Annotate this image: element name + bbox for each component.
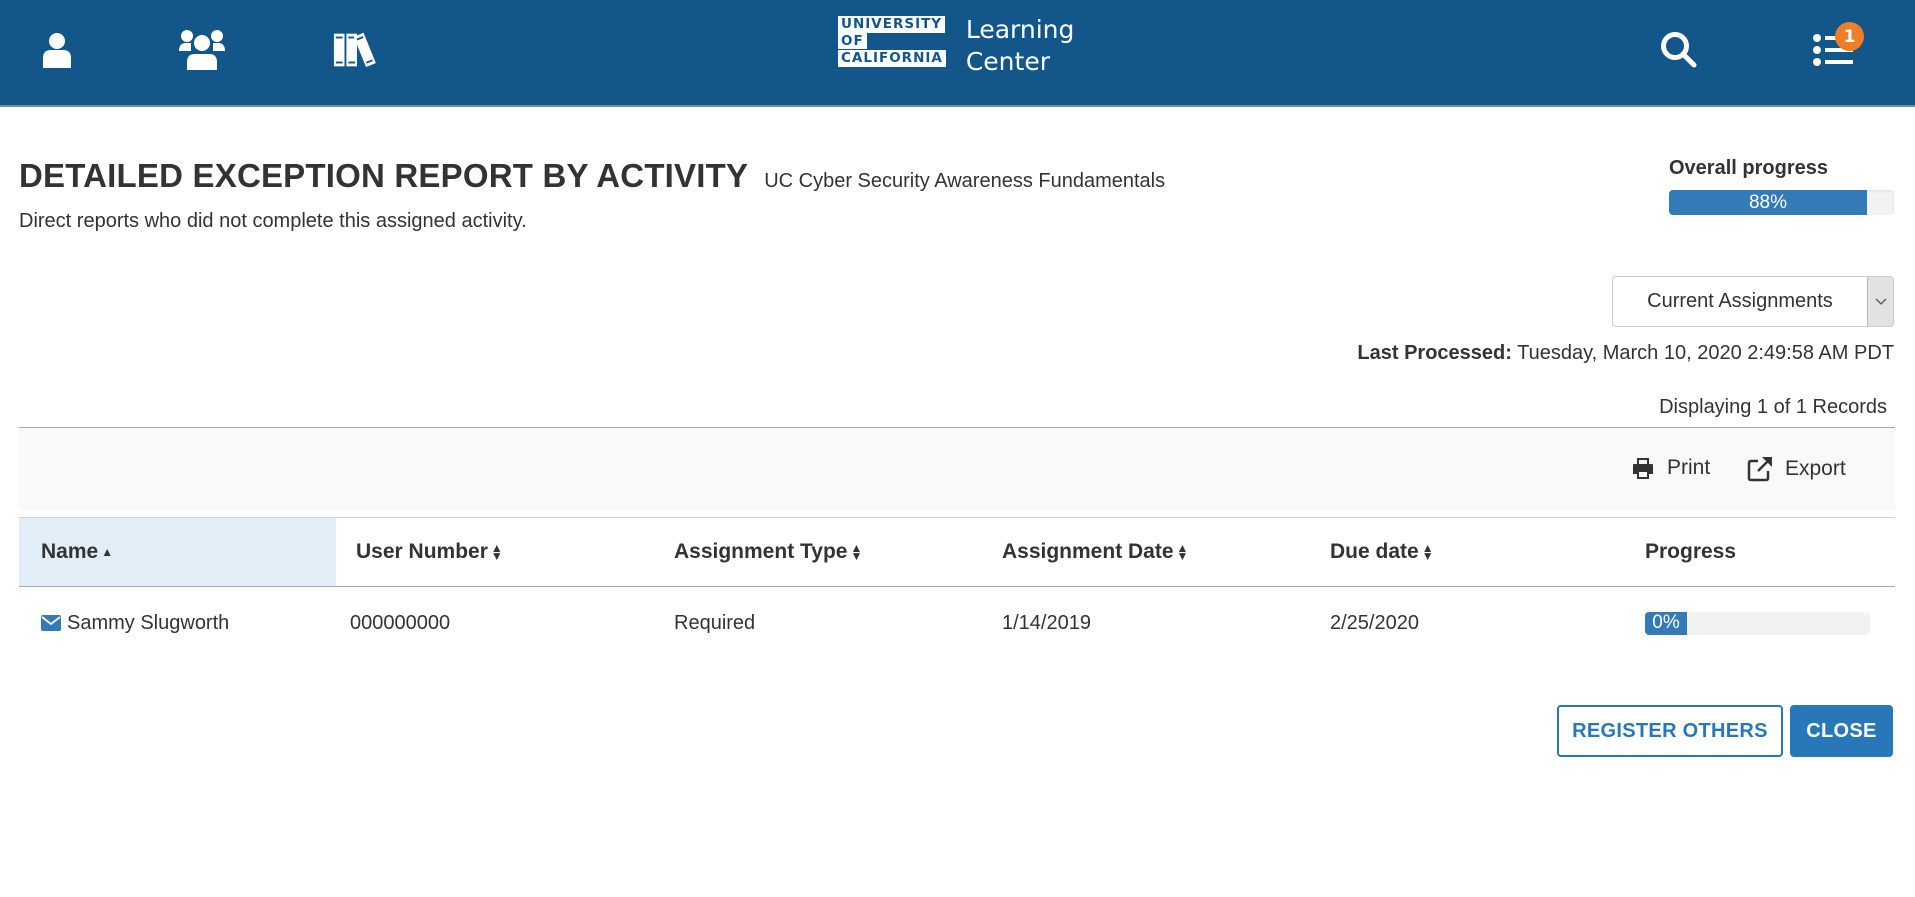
last-processed-label: Last Processed: [1357,342,1512,364]
column-header-user-number[interactable]: User Number ▲ ▼ [336,518,654,586]
email-icon[interactable] [41,615,61,631]
external-link-icon [1747,457,1772,482]
overall-progress-bar: 88% [1669,190,1894,215]
tasks-button[interactable]: 1 [1808,22,1864,72]
column-header-due-date[interactable]: Due date ▲ ▼ [1310,518,1625,586]
column-label: Name [41,540,99,563]
export-button[interactable]: Export [1747,456,1846,482]
cell-due-date: 2/25/2020 [1330,611,1419,634]
table-header-row: Name ▲ User Number ▲ ▼ Assignment Type ▲ ▼… [19,517,1895,587]
print-label: Print [1667,456,1711,479]
logo-university: UNIVERSITY [838,16,946,33]
notification-badge: 1 [1835,22,1864,51]
chevron-down-icon[interactable] [1867,277,1893,326]
sort-icon: ▲ ▼ [850,541,863,563]
last-processed: Last Processed: Tuesday, March 10, 2020 … [1357,342,1894,365]
row-progress-bar: 0% [1645,611,1870,635]
cell-progress: 0% [1625,611,1895,635]
team-icon [179,30,225,71]
cell-assignment-type: Required [674,611,756,634]
exception-report-table: Name ▲ User Number ▲ ▼ Assignment Type ▲ ▼… [19,517,1895,659]
user-icon [43,33,71,68]
register-others-button[interactable]: REGISTER OTHERS [1557,705,1783,757]
top-navigation-bar: UNIVERSITY OF CALIFORNIA Learning Center… [0,0,1915,107]
library-icon [333,32,376,68]
print-button[interactable]: Print [1631,456,1710,480]
column-label: Assignment Date [1002,540,1174,563]
column-label: User Number [356,540,488,563]
page-title: DETAILED EXCEPTION REPORT BY ACTIVITY [19,157,749,194]
column-header-name[interactable]: Name ▲ [19,518,336,586]
nav-library-button[interactable] [332,28,382,72]
activity-name: UC Cyber Security Awareness Fundamentals [764,170,1166,192]
cell-name: Sammy Slugworth [19,612,336,635]
uc-wordmark: UNIVERSITY OF CALIFORNIA [838,16,946,67]
search-button[interactable] [1654,28,1704,72]
overall-progress-fill: 88% [1669,190,1867,215]
logo-california: CALIFORNIA [838,50,946,67]
report-title-row: DETAILED EXCEPTION REPORT BY ACTIVITY UC… [19,157,1165,195]
export-label: Export [1785,457,1846,480]
cell-assignment-date: 1/14/2019 [1002,611,1091,634]
records-count: Displaying 1 of 1 Records [1659,396,1887,418]
app-name-line2: Center [965,47,1050,76]
print-icon [1633,458,1653,479]
column-header-progress: Progress [1625,518,1895,586]
column-header-assignment-date[interactable]: Assignment Date ▲ ▼ [982,518,1310,586]
assignment-filter-select[interactable]: Current Assignments [1612,276,1894,327]
column-label: Assignment Type [674,540,848,563]
overall-progress-label: Overall progress [1669,157,1828,179]
search-icon [1661,32,1697,68]
sort-icon: ▲ ▼ [1176,541,1189,563]
overall-progress: Overall progress 88% [1669,157,1894,215]
table-row: Sammy Slugworth 000000000 Required 1/14/… [19,587,1895,659]
assignment-filter-value: Current Assignments [1647,290,1833,312]
row-progress-fill: 0% [1645,611,1687,635]
nav-team-button[interactable] [177,28,227,72]
app-name: Learning Center [966,14,1075,78]
last-processed-value: Tuesday, March 10, 2020 2:49:58 AM PDT [1517,342,1894,364]
column-header-assignment-type[interactable]: Assignment Type ▲ ▼ [654,518,982,586]
logo-of: OF [838,33,867,50]
sort-ascending-icon: ▲ [101,545,114,559]
user-name[interactable]: Sammy Slugworth [67,612,229,635]
report-toolbar: Print Export [19,427,1895,510]
uc-learning-center-logo[interactable]: UNIVERSITY OF CALIFORNIA Learning Center [838,14,1075,78]
nav-me-button[interactable] [32,28,82,72]
sort-icon: ▲ ▼ [490,541,503,563]
app-name-line1: Learning [965,15,1075,44]
column-label: Due date [1330,540,1419,563]
cell-user-number: 000000000 [350,611,451,634]
report-description: Direct reports who did not complete this… [19,210,527,232]
column-label: Progress [1645,540,1737,563]
sort-icon: ▲ ▼ [1421,541,1434,563]
close-button[interactable]: CLOSE [1790,705,1893,757]
